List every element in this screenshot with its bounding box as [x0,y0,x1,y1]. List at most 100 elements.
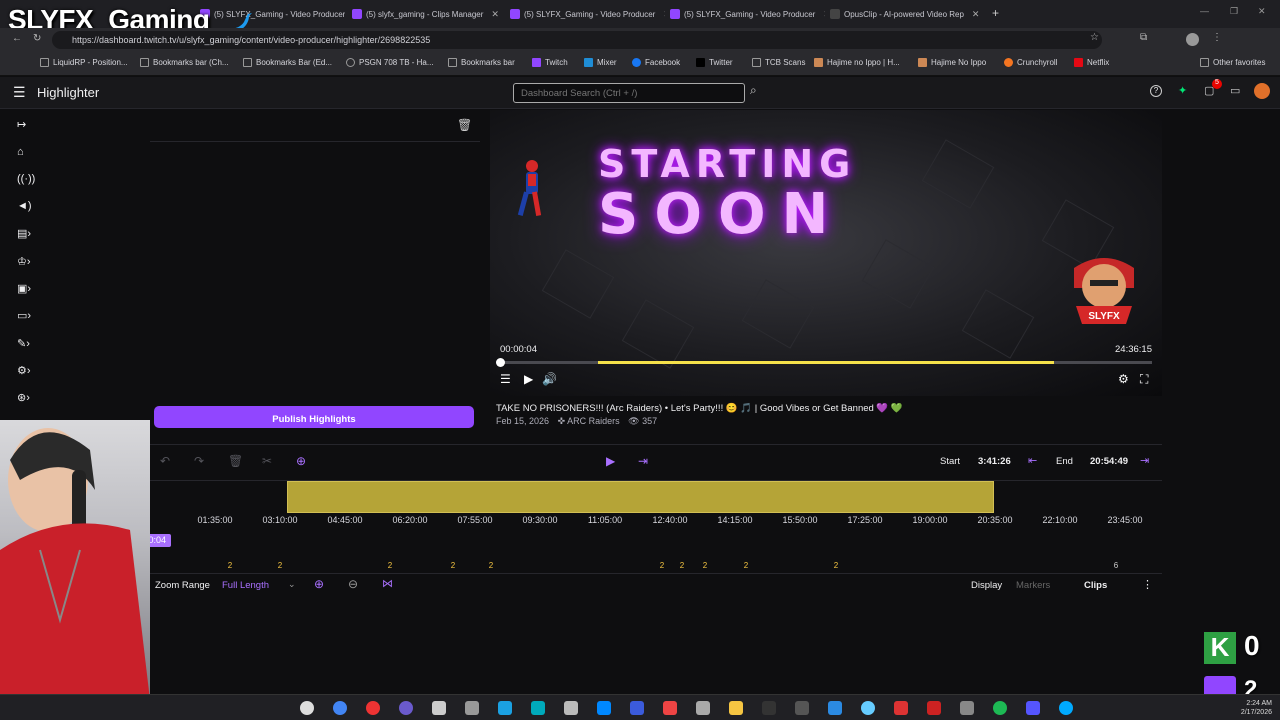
browser-menu-icon[interactable]: ⋮ [1212,32,1222,43]
more-options-icon[interactable]: ⋮ [1142,578,1153,591]
expand-nav-icon[interactable]: ↦ [17,118,35,132]
play-icon[interactable]: ▶ [524,372,533,386]
fit-icon[interactable]: ⋈ [382,577,393,590]
clips-toggle[interactable]: Clips [1084,580,1107,591]
app-icon[interactable] [465,701,479,715]
fullscreen-icon[interactable]: ⛶ [1140,372,1148,387]
app-icon[interactable] [498,701,512,715]
marker-count[interactable]: 2 [834,561,838,570]
app-icon[interactable] [531,701,545,715]
analytics-icon[interactable]: ▤› [17,227,35,241]
close-icon[interactable]: ✕ [823,9,825,20]
discord-icon[interactable] [399,701,413,715]
marker-count[interactable]: 2 [744,561,748,570]
community-icon[interactable]: ♔› [17,255,35,269]
app-icon[interactable] [696,701,710,715]
zoom-out-icon[interactable]: ⊖ [348,577,358,591]
end-time-value[interactable]: 20:54:49 [1090,456,1128,467]
app-icon[interactable] [564,701,578,715]
app-icon[interactable] [630,701,644,715]
marker-count[interactable]: 2 [388,561,392,570]
app-icon[interactable] [960,701,974,715]
scrubber-handle[interactable] [496,358,505,367]
trash-icon[interactable]: 🗑 [457,118,472,132]
creator-tools-icon[interactable]: ✎› [17,337,35,351]
monetization-icon[interactable]: ▭› [17,309,35,323]
marker-count[interactable]: 2 [451,561,455,570]
start-time-value[interactable]: 3:41:26 [978,456,1011,467]
browser-tab[interactable]: (5) SLYFX_Gaming - Video Producer✕ [510,4,665,24]
chrome-icon[interactable] [333,701,347,715]
bookmark-item[interactable]: Twitch [532,58,568,67]
help-icon[interactable]: ? [1150,85,1162,97]
marker-count[interactable]: 2 [680,561,684,570]
opera-icon[interactable] [366,701,380,715]
bookmark-item[interactable]: PSGN 708 TB - Ha... [346,58,434,67]
zoom-in-icon[interactable]: ⊕ [314,577,324,591]
close-icon[interactable]: ✕ [972,9,980,20]
bookmark-item[interactable]: Facebook [632,58,680,67]
marker-count[interactable]: 2 [489,561,493,570]
dashboard-search-input[interactable] [513,83,745,103]
bookmark-star-icon[interactable]: ☆ [1090,32,1099,43]
marker-count[interactable]: 2 [228,561,232,570]
home-icon[interactable]: ⌂ [17,146,35,160]
app-icon[interactable] [861,701,875,715]
chevron-down-icon[interactable]: ⌄ [288,579,296,590]
redo-icon[interactable]: ↷ [194,454,204,468]
window-close-button[interactable]: ✕ [1258,6,1266,17]
undo-icon[interactable]: ↶ [160,454,170,468]
bookmark-item[interactable]: Bookmarks bar [448,58,515,67]
app-icon[interactable] [663,701,677,715]
crown-icon[interactable]: ✦ [1178,84,1187,97]
telegram-icon[interactable] [597,701,611,715]
maximize-button[interactable]: ❐ [1230,6,1238,17]
marker-count[interactable]: 6 [1114,561,1118,570]
browser-tab[interactable]: (5) SLYFX_Gaming - Video Producer✕ [670,4,825,24]
minimize-button[interactable]: — [1200,6,1209,16]
bookmark-item[interactable]: Twitter [696,58,733,67]
scissors-icon[interactable]: ✂ [262,454,272,468]
app-icon[interactable] [894,701,908,715]
marker-count[interactable]: 2 [660,561,664,570]
extensions-icon[interactable]: ⊛› [17,391,35,405]
close-icon[interactable]: ✕ [491,9,499,20]
settings-icon[interactable]: ⚙ [1118,372,1129,386]
browser-tab[interactable]: (5) slyfx_gaming - Clips Manager ✕ [352,4,502,24]
content-icon[interactable]: ▣› [17,282,35,296]
new-tab-button[interactable]: + [992,6,999,20]
marker-count[interactable]: 2 [278,561,282,570]
megaphone-icon[interactable]: ◄) [17,200,35,214]
back-icon[interactable]: ← [12,33,22,44]
app-icon[interactable] [795,701,809,715]
browser-tab[interactable]: (5) SLYFX_Gaming - Video Producer✕ [200,4,345,24]
bookmark-item[interactable]: Netflix [1074,58,1109,67]
delete-icon[interactable]: 🗑 [228,454,243,468]
marker-count[interactable]: 2 [703,561,707,570]
extensions-icon[interactable]: ⧉ [1140,32,1147,43]
bookmark-item[interactable]: TCB Scans [752,58,805,67]
app-icon[interactable] [762,701,776,715]
reload-icon[interactable]: ↻ [33,33,41,44]
markers-toggle[interactable]: Markers [1016,580,1050,591]
profile-avatar[interactable] [1186,33,1199,46]
highlight-clip[interactable] [287,481,994,513]
close-icon[interactable]: ✕ [663,9,665,20]
user-avatar[interactable] [1254,83,1270,99]
app-icon[interactable] [927,701,941,715]
bookmark-item[interactable]: Hajime No Ippo [918,58,986,67]
hamburger-menu-icon[interactable]: ☰ [13,84,26,101]
app-icon[interactable] [729,701,743,715]
chatgpt-icon[interactable] [300,701,314,715]
whispers-icon[interactable]: ▭ [1230,84,1240,97]
set-start-icon[interactable]: ⇤ [1028,454,1037,467]
set-end-icon[interactable]: ⇥ [1140,454,1149,467]
list-icon[interactable]: ☰ [500,372,511,386]
spotify-icon[interactable] [993,701,1007,715]
taskbar-clock[interactable]: 2:24 AM 2/17/2026 [1241,699,1272,717]
bookmark-item[interactable]: Bookmarks bar (Ch... [140,58,229,67]
video-player[interactable]: STARTING SOON SLYFX 00:00:04 24:36:15 ☰ … [490,110,1162,396]
settings-icon[interactable]: ⚙› [17,364,35,378]
jump-to-end-icon[interactable]: ⇥ [638,454,648,468]
bookmark-item[interactable]: Bookmarks Bar (Ed... [243,58,332,67]
